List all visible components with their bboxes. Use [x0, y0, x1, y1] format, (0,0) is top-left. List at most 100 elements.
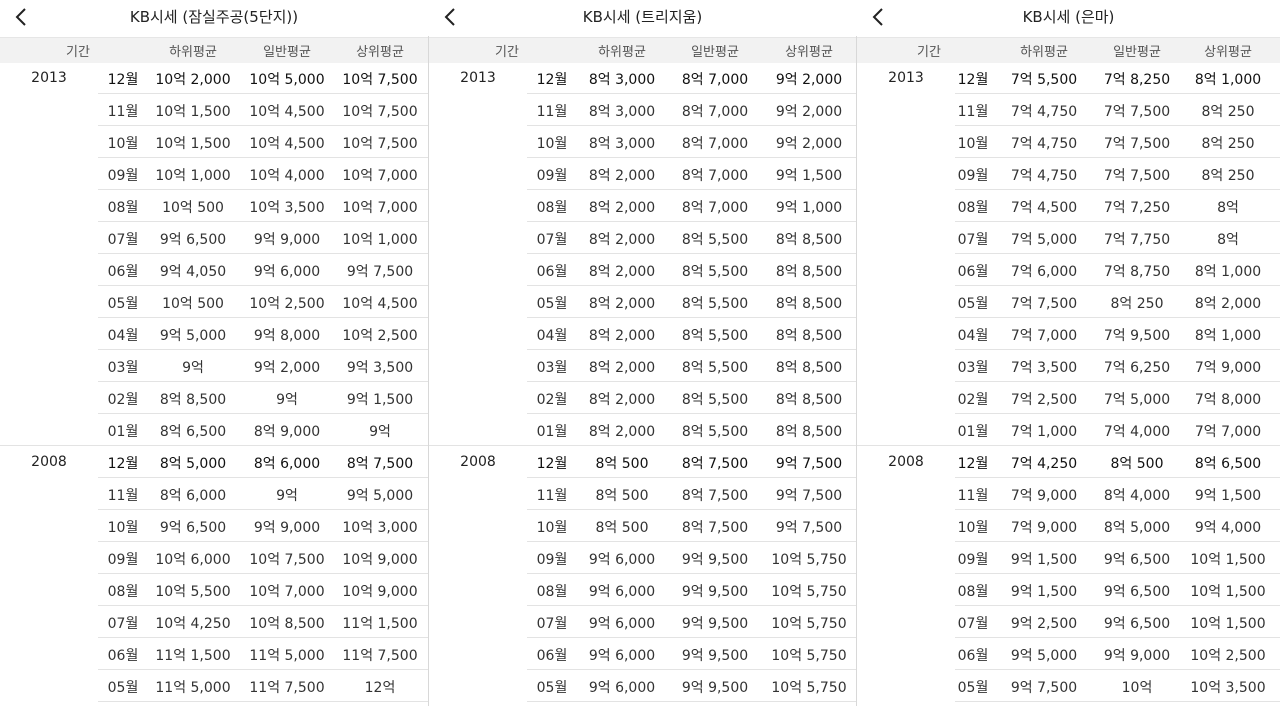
month-cell: 10월: [107, 520, 139, 536]
table-row: 05월 11억 5,000 11억 7,500 12억: [0, 670, 428, 702]
month-cell: 08월: [107, 584, 139, 600]
low-price-cell: 9억: [182, 360, 204, 376]
table-row: 10월 8억 3,000 8억 7,000 9억 2,000: [429, 126, 856, 158]
month-cell: 08월: [107, 200, 139, 216]
month-cell: 09월: [107, 552, 139, 568]
year-label: 2008: [31, 454, 67, 470]
mid-price-cell: 10억 4,000: [249, 168, 325, 184]
low-price-cell: 9억 2,500: [1010, 616, 1078, 632]
low-price-cell: 7억 6,000: [1010, 264, 1078, 280]
panel-divider: [428, 36, 429, 706]
column-mid: 일반평균: [691, 45, 739, 60]
month-cell: 09월: [957, 168, 989, 184]
low-price-cell: 8억 8,500: [159, 392, 227, 408]
low-price-cell: 9억 4,050: [159, 264, 227, 280]
high-price-cell: 10억 1,000: [342, 232, 418, 248]
column-header: 기간 하위평균 일반평균 상위평균: [857, 37, 1280, 63]
low-price-cell: 8억 500: [595, 488, 649, 504]
table-row: 2013 12월 8억 3,000 8억 7,000 9억 2,000: [429, 62, 856, 94]
row-divider: [98, 701, 428, 702]
column-high: 상위평균: [785, 45, 833, 60]
mid-price-cell: 8억 7,000: [681, 72, 749, 88]
month-cell: 11월: [957, 104, 989, 120]
table-row: 11월 7억 4,750 7억 7,500 8억 250: [857, 94, 1280, 126]
high-price-cell: 11억 7,500: [342, 648, 418, 664]
table-row: 06월 7억 6,000 7억 8,750 8억 1,000: [857, 254, 1280, 286]
month-cell: 07월: [107, 616, 139, 632]
column-header: 기간 하위평균 일반평균 상위평균: [0, 37, 428, 63]
mid-price-cell: 8억 6,000: [253, 456, 321, 472]
mid-price-cell: 8억 7,000: [681, 104, 749, 120]
mid-price-cell: 8억 7,500: [681, 456, 749, 472]
table-row: 03월 7억 3,500 7억 6,250 7억 9,000: [857, 350, 1280, 382]
column-mid: 일반평균: [263, 45, 311, 60]
year-label: 2013: [888, 70, 924, 86]
month-cell: 10월: [957, 520, 989, 536]
table-row: 11월 8억 3,000 8억 7,000 9억 2,000: [429, 94, 856, 126]
panel-title: KB시세 (잠실주공(5단지)): [129, 8, 299, 26]
mid-price-cell: 9억 2,000: [253, 360, 321, 376]
mid-price-cell: 7억 7,500: [1103, 104, 1171, 120]
month-cell: 04월: [536, 328, 568, 344]
high-price-cell: 9억 1,500: [775, 168, 843, 184]
month-cell: 04월: [107, 328, 139, 344]
month-cell: 11월: [107, 104, 139, 120]
mid-price-cell: 9억 9,500: [681, 616, 749, 632]
low-price-cell: 7억 9,000: [1010, 488, 1078, 504]
low-price-cell: 7억 9,000: [1010, 520, 1078, 536]
column-low: 하위평균: [598, 45, 646, 60]
table-row: 08월 7억 4,500 7억 7,250 8억: [857, 190, 1280, 222]
month-cell: 09월: [107, 168, 139, 184]
table-row: 07월 9억 2,500 9억 6,500 10억 1,500: [857, 606, 1280, 638]
low-price-cell: 9억 5,000: [1010, 648, 1078, 664]
low-price-cell: 9억 6,000: [588, 616, 656, 632]
month-cell: 06월: [536, 648, 568, 664]
table-row: 06월 9억 6,000 9억 9,500 10억 5,750: [429, 638, 856, 670]
month-cell: 02월: [536, 392, 568, 408]
month-cell: 03월: [536, 360, 568, 376]
high-price-cell: 8억 8,500: [775, 360, 843, 376]
low-price-cell: 7억 7,000: [1010, 328, 1078, 344]
table-row: 06월 9억 4,050 9억 6,000 9억 7,500: [0, 254, 428, 286]
mid-price-cell: 10억 2,500: [249, 296, 325, 312]
mid-price-cell: 9억: [276, 488, 298, 504]
column-low: 하위평균: [1020, 45, 1068, 60]
year-label: 2008: [460, 454, 496, 470]
mid-price-cell: 8억 7,000: [681, 136, 749, 152]
low-price-cell: 8억 2,000: [588, 264, 656, 280]
row-divider: [955, 701, 1280, 702]
mid-price-cell: 10억 4,500: [249, 104, 325, 120]
mid-price-cell: 8억 5,500: [681, 328, 749, 344]
month-cell: 08월: [957, 584, 989, 600]
table-row: 06월 11억 1,500 11억 5,000 11억 7,500: [0, 638, 428, 670]
low-price-cell: 8억 2,000: [588, 328, 656, 344]
high-price-cell: 8억 8,500: [775, 392, 843, 408]
high-price-cell: 8억 250: [1201, 168, 1255, 184]
table-row: 10월 9억 6,500 9억 9,000 10억 3,000: [0, 510, 428, 542]
mid-price-cell: 10억 8,500: [249, 616, 325, 632]
year-label: 2013: [460, 70, 496, 86]
low-price-cell: 7억 4,750: [1010, 104, 1078, 120]
high-price-cell: 9억 1,500: [346, 392, 414, 408]
low-price-cell: 10억 2,000: [155, 72, 231, 88]
table-row: 05월 9억 7,500 10억 10억 3,500: [857, 670, 1280, 702]
table-row: 09월 8억 2,000 8억 7,000 9억 1,500: [429, 158, 856, 190]
month-cell: 06월: [536, 264, 568, 280]
mid-price-cell: 8억 5,500: [681, 264, 749, 280]
high-price-cell: 8억: [1217, 232, 1239, 248]
month-cell: 07월: [957, 232, 989, 248]
mid-price-cell: 9억 9,000: [1103, 648, 1171, 664]
month-cell: 10월: [957, 136, 989, 152]
low-price-cell: 7억 7,500: [1010, 296, 1078, 312]
low-price-cell: 7억 5,500: [1010, 72, 1078, 88]
low-price-cell: 8억 500: [595, 456, 649, 472]
low-price-cell: 7억 4,250: [1010, 456, 1078, 472]
high-price-cell: 9억 4,000: [1194, 520, 1262, 536]
low-price-cell: 7억 5,000: [1010, 232, 1078, 248]
mid-price-cell: 9억 9,500: [681, 584, 749, 600]
panel-header: KB시세 (은마): [857, 0, 1280, 36]
panel-header: KB시세 (트리지움): [429, 0, 856, 36]
low-price-cell: 10억 4,250: [155, 616, 231, 632]
month-cell: 01월: [107, 424, 139, 440]
high-price-cell: 8억 8,500: [775, 328, 843, 344]
